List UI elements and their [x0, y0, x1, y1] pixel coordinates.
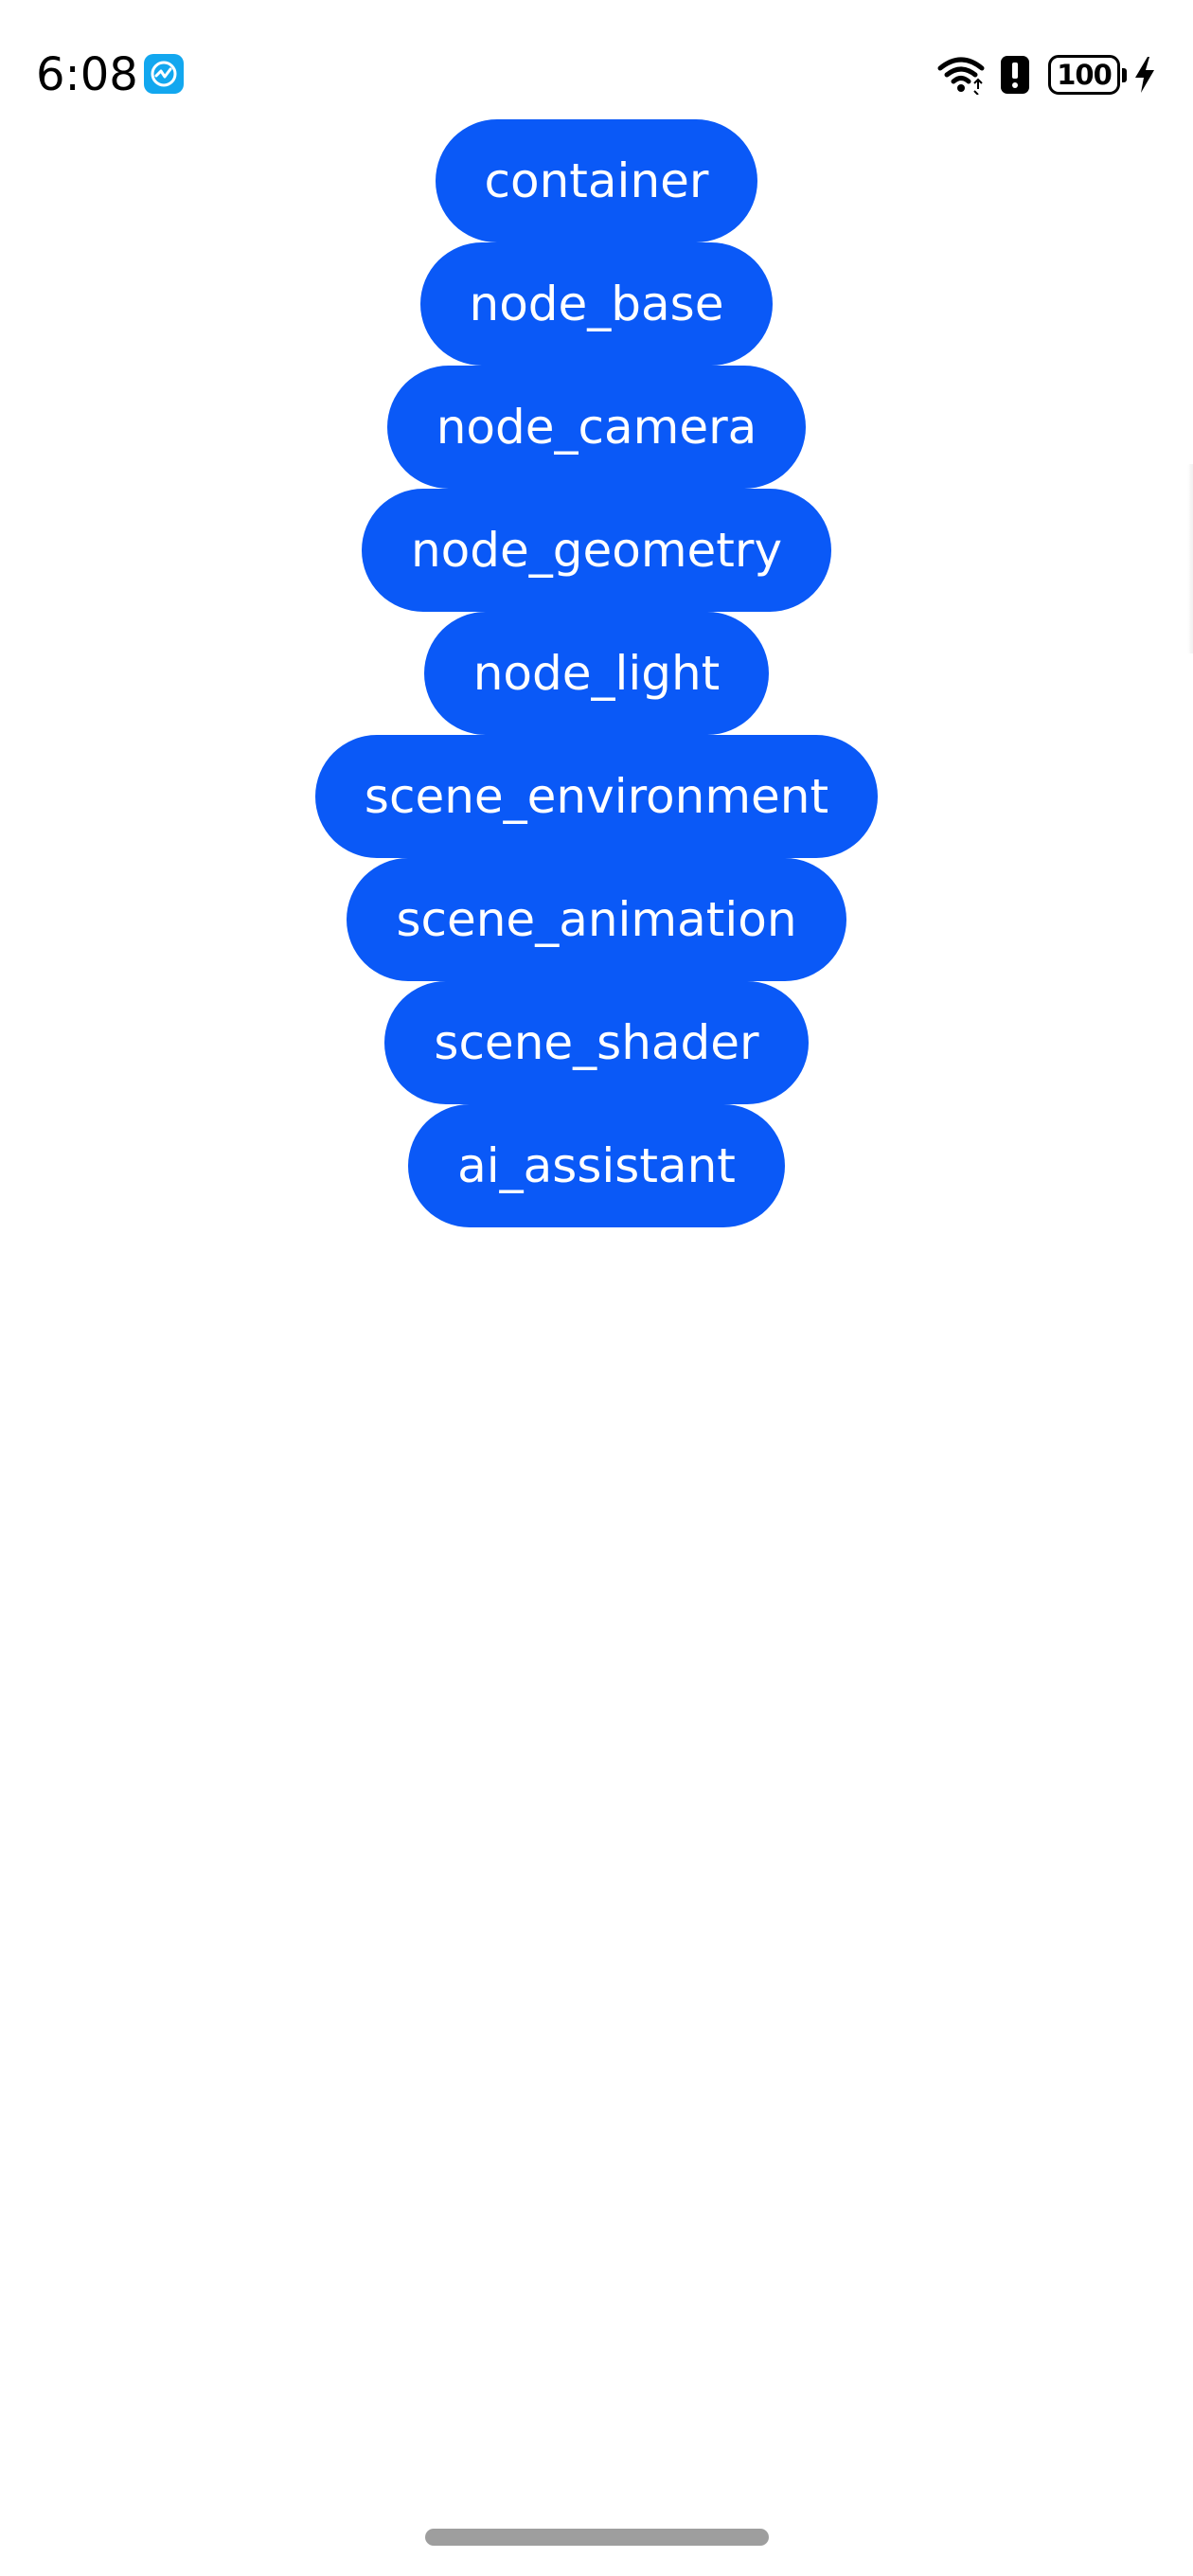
alert-icon: [1001, 56, 1029, 94]
wifi-icon: [937, 57, 985, 95]
node-camera-button[interactable]: node_camera: [386, 366, 807, 489]
status-time: 6:08: [36, 48, 138, 101]
monitor-app-icon: [144, 54, 184, 94]
home-indicator[interactable]: [425, 2529, 769, 2546]
node-light-button[interactable]: node_light: [423, 612, 770, 735]
container-button[interactable]: container: [435, 119, 758, 242]
ai-assistant-button[interactable]: ai_assistant: [408, 1104, 785, 1227]
status-bar: 6:08 100: [0, 0, 1193, 123]
status-indicators: 100: [936, 53, 1157, 97]
battery-nub: [1122, 67, 1127, 82]
demo-button-list: container node_base node_camera node_geo…: [0, 119, 1193, 1227]
battery-level: 100: [1057, 58, 1113, 91]
node-geometry-button[interactable]: node_geometry: [361, 489, 832, 612]
app-screen: 6:08 100 container node_base node_camera…: [0, 0, 1193, 2576]
bolt-icon: [1135, 57, 1154, 93]
battery-indicator: 100: [1048, 55, 1120, 95]
node-base-button[interactable]: node_base: [419, 242, 774, 366]
scene-environment-button[interactable]: scene_environment: [314, 735, 879, 858]
side-edge-handle[interactable]: [1187, 464, 1193, 653]
scene-shader-button[interactable]: scene_shader: [384, 981, 809, 1104]
scene-animation-button[interactable]: scene_animation: [347, 858, 846, 981]
